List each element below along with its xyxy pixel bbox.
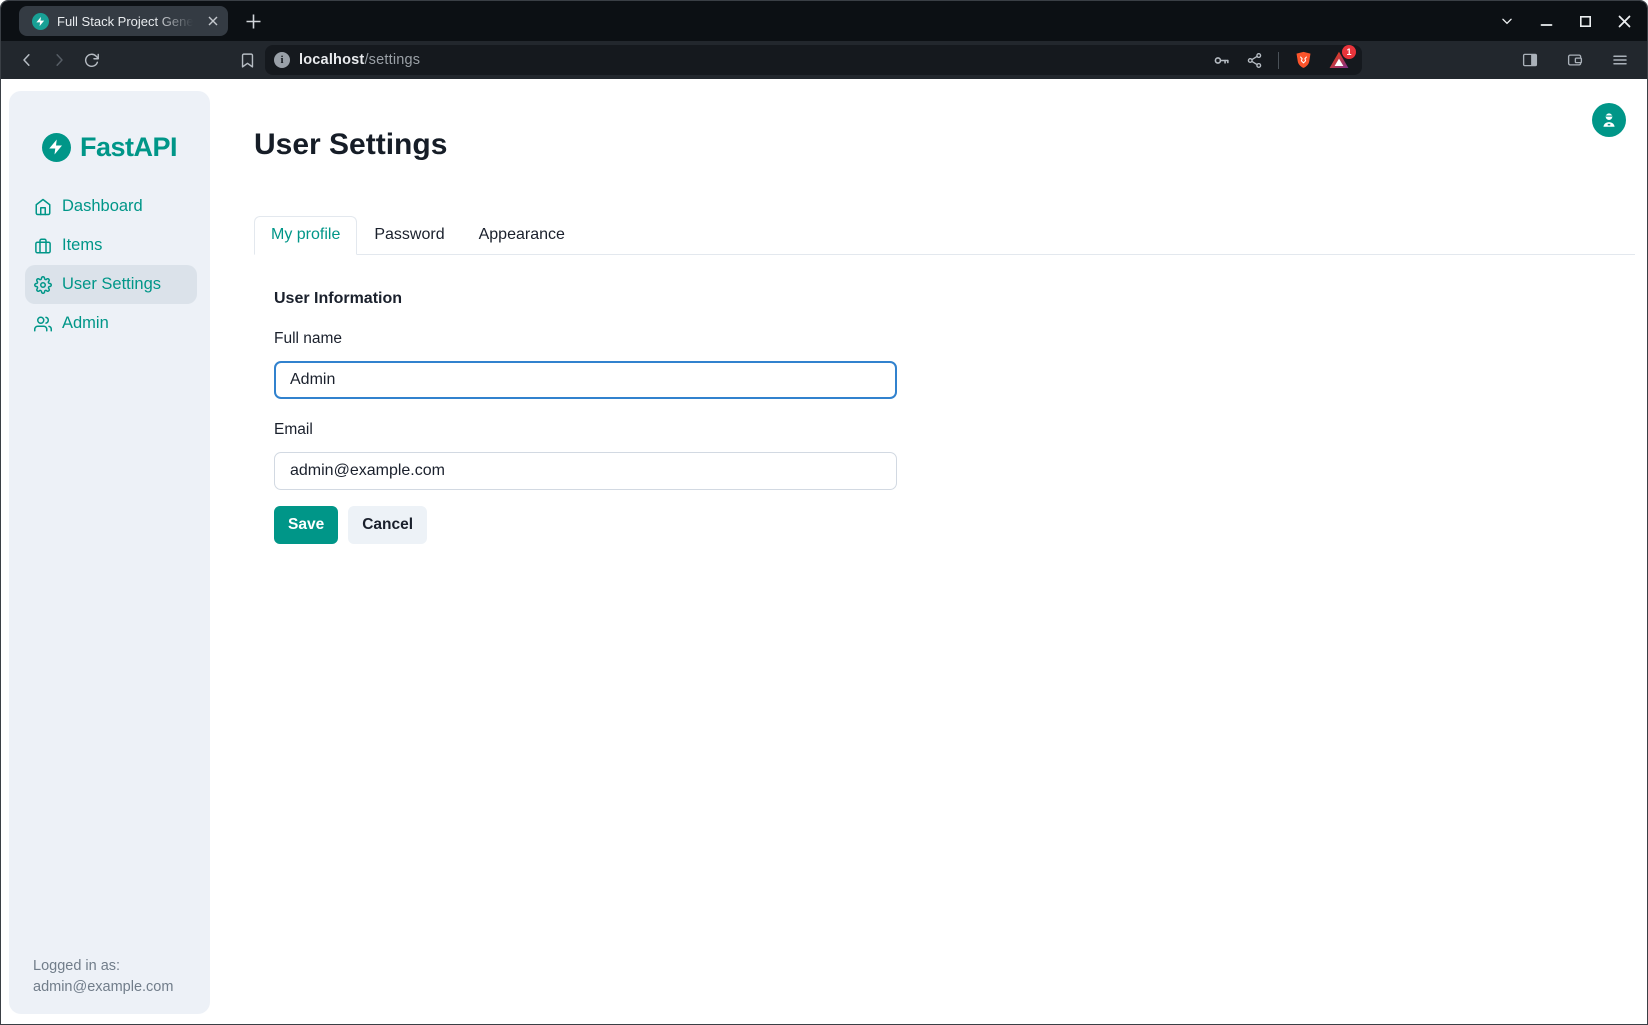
- home-icon: [34, 198, 52, 216]
- browser-toolbar: i localhost/settings: [1, 41, 1647, 79]
- close-icon[interactable]: [1615, 12, 1633, 30]
- bookmark-icon[interactable]: [233, 46, 261, 74]
- maximize-icon[interactable]: [1576, 12, 1594, 30]
- sidebar-menu: Dashboard Items User Settings Admin: [9, 187, 210, 343]
- form-actions: Save Cancel: [274, 506, 897, 544]
- full-name-label: Full name: [274, 330, 897, 348]
- logo-text: FastAPI: [80, 132, 177, 163]
- tab-title: Full Stack Project Genera: [57, 14, 196, 29]
- share-icon[interactable]: [1246, 52, 1263, 69]
- tab-search-icon[interactable]: [1498, 12, 1516, 30]
- separator: [1278, 52, 1279, 69]
- wallet-icon[interactable]: [1566, 51, 1584, 69]
- fastapi-favicon-icon: [32, 13, 49, 30]
- section-title: User Information: [274, 290, 897, 308]
- tab-close-icon[interactable]: [204, 12, 222, 30]
- sidebar-item-label: Items: [62, 236, 102, 255]
- browser-window: Full Stack Project Genera: [0, 0, 1648, 1025]
- sidebar-item-label: Admin: [62, 314, 109, 333]
- user-menu-button[interactable]: [1592, 103, 1626, 137]
- site-info-icon[interactable]: i: [274, 52, 290, 68]
- sidebar-item-admin[interactable]: Admin: [25, 304, 197, 343]
- tab-appearance[interactable]: Appearance: [462, 216, 582, 255]
- forward-icon[interactable]: [45, 46, 73, 74]
- new-tab-button[interactable]: [245, 13, 262, 30]
- brave-rewards-icon[interactable]: 1: [1328, 49, 1350, 71]
- save-button[interactable]: Save: [274, 506, 338, 544]
- tab-my-profile[interactable]: My profile: [254, 216, 357, 255]
- settings-tabs: My profile Password Appearance: [254, 216, 1635, 255]
- email-input[interactable]: [274, 452, 897, 490]
- email-label: Email: [274, 421, 897, 439]
- url-text: localhost/settings: [299, 52, 420, 68]
- user-avatar-icon: [1600, 111, 1618, 129]
- tab-password[interactable]: Password: [357, 216, 461, 255]
- logged-in-info: Logged in as: admin@example.com: [33, 956, 173, 998]
- page-title: User Settings: [254, 127, 1635, 163]
- back-icon[interactable]: [13, 46, 41, 74]
- brave-shield-icon[interactable]: [1294, 50, 1313, 70]
- sidebar-item-dashboard[interactable]: Dashboard: [25, 187, 197, 226]
- users-icon: [34, 315, 52, 333]
- main-area: User Settings My profile Password Appear…: [254, 79, 1635, 544]
- key-icon[interactable]: [1212, 51, 1231, 70]
- page-content: FastAPI Dashboard Items User Settings A: [1, 79, 1647, 1024]
- browser-tab[interactable]: Full Stack Project Genera: [19, 6, 228, 36]
- menu-icon[interactable]: [1611, 51, 1629, 69]
- gear-icon: [34, 276, 52, 294]
- rewards-notification-badge: 1: [1342, 45, 1356, 59]
- tab-strip: Full Stack Project Genera: [1, 1, 1647, 41]
- sidebar-item-items[interactable]: Items: [25, 226, 197, 265]
- cancel-button[interactable]: Cancel: [348, 506, 427, 544]
- toolbar-right-actions: [1521, 51, 1635, 69]
- window-controls: [1498, 12, 1633, 30]
- omnibox-actions: 1: [1212, 49, 1350, 71]
- sidebar-item-label: Dashboard: [62, 197, 143, 216]
- full-name-input[interactable]: [274, 361, 897, 399]
- fastapi-bolt-icon: [42, 133, 71, 162]
- sidebar-panel-icon[interactable]: [1521, 51, 1539, 69]
- user-information-form: User Information Full name Email Save Ca…: [254, 290, 897, 544]
- sidebar-item-label: User Settings: [62, 275, 161, 294]
- reload-icon[interactable]: [77, 46, 105, 74]
- address-bar[interactable]: i localhost/settings: [265, 45, 1362, 75]
- logged-in-email: admin@example.com: [33, 977, 173, 998]
- sidebar-item-user-settings[interactable]: User Settings: [25, 265, 197, 304]
- logged-in-label: Logged in as:: [33, 956, 173, 977]
- sidebar: FastAPI Dashboard Items User Settings A: [9, 91, 210, 1014]
- fastapi-logo: FastAPI: [9, 129, 210, 165]
- minimize-icon[interactable]: [1537, 12, 1555, 30]
- briefcase-icon: [34, 237, 52, 255]
